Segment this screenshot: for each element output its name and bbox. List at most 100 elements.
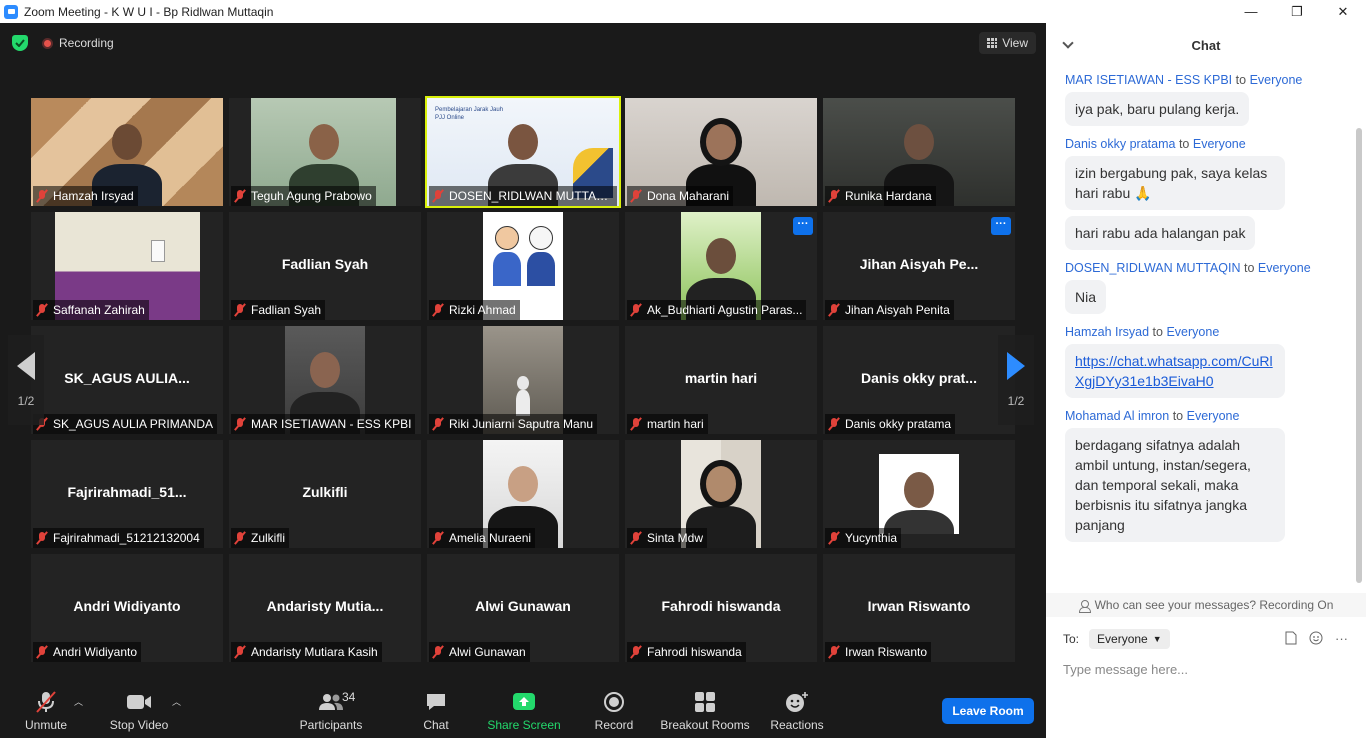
chat-sender-name[interactable]: Mohamad Al imron (1065, 409, 1169, 423)
participant-name: Zulkifli (251, 531, 286, 545)
who-can-see-banner[interactable]: Who can see your messages? Recording On (1046, 593, 1366, 617)
chat-sender-line: Mohamad Al imron to Everyone (1065, 409, 1352, 423)
participant-tile[interactable]: ··· Ak_Budhiarti Agustin Paras... (625, 212, 817, 320)
chat-to-word: to (1235, 73, 1247, 87)
chat-button[interactable]: Chat (420, 683, 452, 738)
participant-name-label: Dona Maharani (627, 186, 734, 206)
participant-tile[interactable]: Saffanah Zahirah (31, 212, 223, 320)
participant-tile[interactable]: Jihan Aisyah Pe... ··· Jihan Aisyah Penita (823, 212, 1015, 320)
microphone-muted-icon (35, 303, 49, 317)
participant-tile[interactable]: Irwan Riswanto Irwan Riswanto (823, 554, 1015, 662)
microphone-muted-icon (629, 417, 643, 431)
chat-message-list[interactable]: MAR ISETIAWAN - ESS KPBI to Everyone iya … (1046, 68, 1352, 593)
meeting-area: Recording View Hamzah Irsyad Teguh Agung … (0, 23, 1046, 738)
microphone-muted-icon (629, 303, 643, 317)
participant-tile[interactable]: martin hari martin hari (625, 326, 817, 434)
participant-tile[interactable]: Fajrirahmadi_51... Fajrirahmadi_512121320… (31, 440, 223, 548)
participant-name: Andaristy Mutiara Kasih (251, 645, 378, 659)
restore-button[interactable]: ❐ (1274, 0, 1320, 23)
breakout-rooms-label: Breakout Rooms (660, 718, 750, 732)
participant-tile[interactable]: Zulkifli Zulkifli (229, 440, 421, 548)
chat-sender-line: Danis okky pratama to Everyone (1065, 137, 1352, 151)
participant-tile[interactable]: Alwi Gunawan Alwi Gunawan (427, 554, 619, 662)
chat-sender-name[interactable]: DOSEN_RIDLWAN MUTTAQIN (1065, 261, 1240, 275)
emoji-icon[interactable] (1309, 631, 1323, 648)
unmute-button[interactable]: Unmute (22, 683, 70, 738)
participant-name-label: Sinta Mdw (627, 528, 708, 548)
close-button[interactable]: ✕ (1320, 0, 1366, 23)
participant-name-label: Amelia Nuraeni (429, 528, 536, 548)
participant-tile[interactable]: Fadlian Syah Fadlian Syah (229, 212, 421, 320)
microphone-muted-icon (233, 531, 247, 545)
participant-name: DOSEN_RIDLWAN MUTTAQIN (449, 189, 613, 203)
participant-display-name: Danis okky prat... (861, 370, 977, 386)
file-icon[interactable] (1285, 631, 1297, 648)
stop-video-button[interactable]: Stop Video (108, 683, 170, 738)
breakout-rooms-button[interactable]: Breakout Rooms (660, 683, 750, 738)
participant-tile[interactable]: MAR ISETIAWAN - ESS KPBI (229, 326, 421, 434)
participant-name: Hamzah Irsyad (53, 189, 134, 203)
participants-icon: 34 (318, 689, 355, 715)
share-screen-button[interactable]: Share Screen (487, 683, 561, 738)
participant-tile[interactable]: Hamzah Irsyad (31, 98, 223, 206)
participant-tile[interactable]: Andaristy Mutia... Andaristy Mutiara Kasi… (229, 554, 421, 662)
chat-message-link[interactable]: https://chat.whatsapp.com/CuRlXgjDYy31e1… (1065, 344, 1285, 398)
tile-more-options-button[interactable]: ··· (793, 217, 813, 235)
participant-tile[interactable]: Sinta Mdw (625, 440, 817, 548)
recording-indicator[interactable]: Recording (42, 36, 114, 50)
microphone-muted-icon (35, 689, 57, 715)
chevron-down-icon[interactable] (1062, 37, 1074, 49)
participant-tile[interactable]: Dona Maharani (625, 98, 817, 206)
participant-tile[interactable]: Andri Widiyanto Andri Widiyanto (31, 554, 223, 662)
chat-recipient: Everyone (1257, 261, 1311, 275)
participant-tile[interactable]: Amelia Nuraeni (427, 440, 619, 548)
chat-message-group: Danis okky pratama to Everyone izin berga… (1065, 137, 1352, 256)
participant-tile[interactable]: Fahrodi hiswanda Fahrodi hiswanda (625, 554, 817, 662)
participant-name: martin hari (647, 417, 704, 431)
participant-body (516, 390, 530, 416)
participant-tile[interactable]: Danis okky prat... Danis okky pratama (823, 326, 1015, 434)
participant-name: Danis okky pratama (845, 417, 952, 431)
participant-display-name: Fadlian Syah (281, 256, 369, 272)
participant-video (879, 454, 959, 534)
video-options-caret-icon[interactable]: ︿ (172, 695, 181, 708)
reactions-button[interactable]: Reactions (770, 683, 824, 738)
record-button[interactable]: Record (592, 683, 636, 738)
participant-name-label: DOSEN_RIDLWAN MUTTAQIN (429, 186, 617, 206)
participant-name: Alwi Gunawan (449, 645, 526, 659)
participant-tile[interactable]: Yucynthia (823, 440, 1015, 548)
scrollbar-thumb[interactable] (1356, 128, 1362, 583)
page-indicator-left: 1/2 (17, 394, 35, 408)
participant-tile[interactable]: Rizki Ahmad (427, 212, 619, 320)
participant-tile[interactable]: Teguh Agung Prabowo (229, 98, 421, 206)
participants-label: Participants (299, 718, 363, 732)
audio-options-caret-icon[interactable]: ︿ (74, 695, 83, 708)
view-button[interactable]: View (979, 32, 1036, 54)
recipient-select[interactable]: Everyone ▼ (1089, 629, 1170, 649)
participant-display-name: martin hari (684, 370, 758, 386)
chat-sender-name[interactable]: Hamzah Irsyad (1065, 325, 1149, 339)
participant-tile[interactable]: Runika Hardana (823, 98, 1015, 206)
chat-sender-name[interactable]: MAR ISETIAWAN - ESS KPBI (1065, 73, 1232, 87)
window-titlebar: Zoom Meeting - K W U I - Bp Ridlwan Mutt… (0, 0, 1366, 23)
previous-page-button[interactable]: 1/2 (8, 335, 44, 425)
security-shield-icon[interactable] (12, 35, 28, 51)
chat-sender-name[interactable]: Danis okky pratama (1065, 137, 1175, 151)
participant-display-name: Jihan Aisyah Pe... (859, 256, 979, 272)
tile-more-options-button[interactable]: ··· (991, 217, 1011, 235)
participant-name-label: Fahrodi hiswanda (627, 642, 746, 662)
participant-tile[interactable]: Pembelajaran Jarak Jauh PJJ Online DOSEN_R… (425, 96, 621, 208)
recording-dot-icon (42, 37, 53, 49)
chat-message-bubble: izin bergabung pak, saya kelas hari rabu… (1065, 156, 1285, 210)
participant-name-label: Danis okky pratama (825, 414, 956, 434)
minimize-button[interactable]: — (1228, 0, 1274, 23)
next-page-button[interactable]: 1/2 (998, 335, 1034, 425)
participant-tile[interactable]: SK_AGUS AULIA... SK_AGUS AULIA PRIMANDA (31, 326, 223, 434)
participant-head (517, 376, 529, 390)
participant-tile[interactable]: Riki Juniarni Saputra Manu (427, 326, 619, 434)
participants-button[interactable]: 34 Participants (298, 683, 364, 738)
message-input[interactable] (1063, 659, 1353, 679)
chat-scrollbar[interactable] (1356, 68, 1362, 593)
more-options-icon[interactable]: ··· (1335, 631, 1348, 648)
leave-room-button[interactable]: Leave Room (942, 698, 1034, 724)
